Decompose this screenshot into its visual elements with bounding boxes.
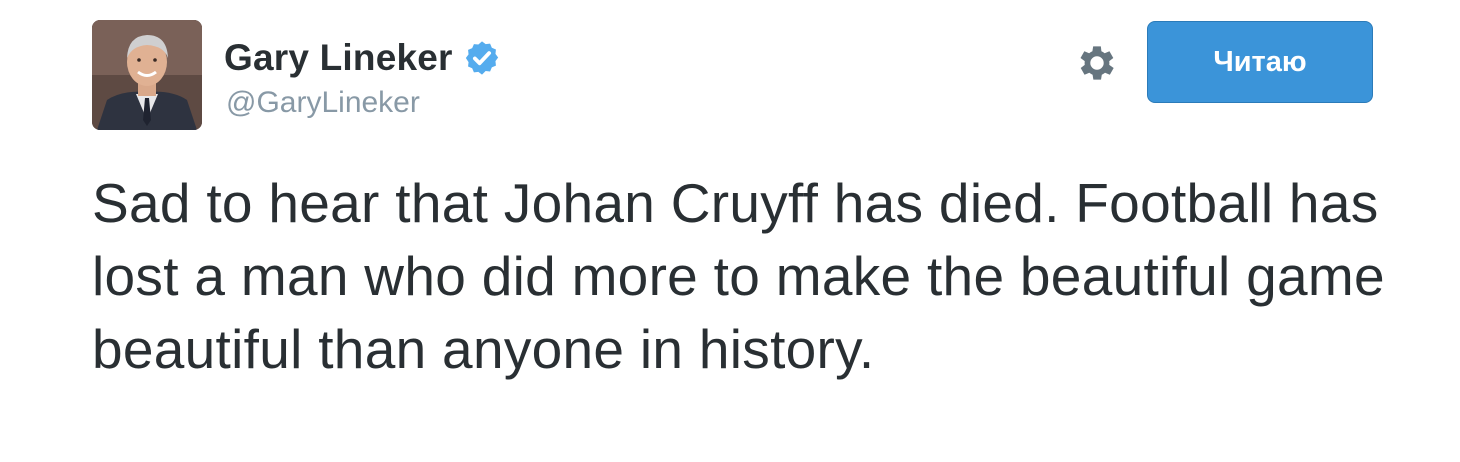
- follow-button[interactable]: Читаю: [1147, 21, 1373, 103]
- tweet-card: Gary Lineker @GaryLineker Читаю Sad to h…: [0, 0, 1460, 462]
- gear-icon[interactable]: [1074, 40, 1120, 86]
- avatar[interactable]: [92, 20, 202, 130]
- user-name-row[interactable]: Gary Lineker: [224, 36, 501, 80]
- user-handle[interactable]: @GaryLineker: [226, 86, 420, 120]
- display-name[interactable]: Gary Lineker: [224, 37, 453, 79]
- avatar-photo: [92, 20, 202, 130]
- tweet-text: Sad to hear that Johan Cruyff has died. …: [92, 172, 1385, 380]
- verified-badge-icon: [463, 39, 501, 77]
